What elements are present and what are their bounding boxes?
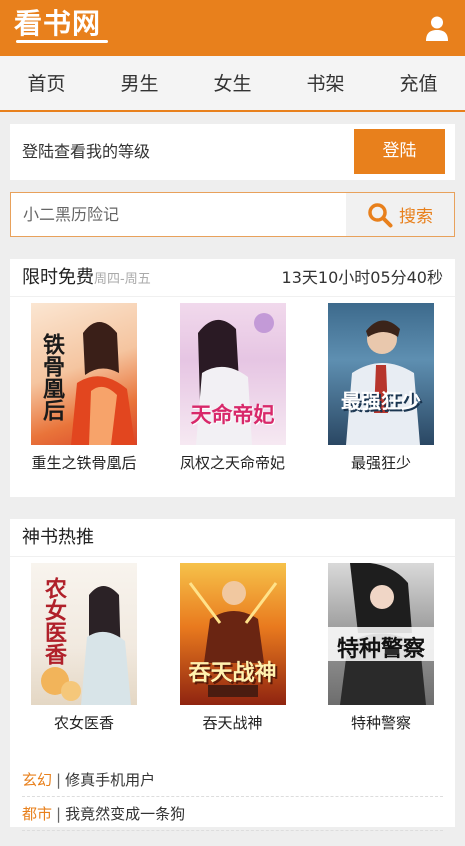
book-title[interactable]: 凤权之天命帝妃 (179, 453, 287, 473)
main-nav: 首页 男生 女生 书架 充值 (0, 56, 465, 112)
book-title[interactable]: 特种警察 (327, 713, 435, 733)
book-card[interactable]: 农女医香 农女医香 (30, 563, 138, 733)
book-cover[interactable]: 特种警察 (328, 563, 434, 705)
cover-art (346, 320, 420, 445)
login-button[interactable]: 登陆 (354, 129, 445, 174)
book-title[interactable]: 最强狂少 (327, 453, 435, 473)
top-bar: 看书网 (0, 0, 465, 56)
book-card[interactable]: 吞天战神 吞天战神 (179, 563, 287, 733)
search-button[interactable]: 搜索 (346, 193, 454, 236)
login-panel: 登陆查看我的等级 登陆 (10, 124, 455, 180)
hot-book-row: 农女医香 农女医香 吞天战神 吞天战神 特种警察 特种警察 (10, 557, 455, 733)
book-card[interactable]: 最强狂少 最强狂少 (327, 303, 435, 473)
list-item-separator: | (56, 771, 62, 789)
book-cover-text: 最强狂少 (341, 389, 421, 413)
list-item[interactable]: 玄幻 | 修真手机用户 (22, 763, 443, 797)
book-card[interactable]: 天命帝妃 凤权之天命帝妃 (179, 303, 287, 473)
book-cover[interactable]: 铁骨凰后 (31, 303, 137, 445)
user-icon[interactable] (425, 15, 449, 41)
free-title-text: 限时免费 (22, 267, 94, 288)
search-bar: 搜索 (10, 192, 455, 237)
site-logo[interactable]: 看书网 (14, 9, 101, 39)
nav-female[interactable]: 女生 (186, 56, 279, 110)
book-cover[interactable]: 吞天战神 (179, 563, 286, 705)
search-icon (368, 202, 393, 227)
nav-recharge[interactable]: 充值 (372, 56, 465, 110)
hot-section: 神书热推 农女医香 农女医香 吞天战神 吞天战神 特种警察 特种警察 玄幻 | … (10, 519, 455, 831)
book-cover-text: 特种警察 (336, 637, 425, 662)
free-section-subtitle: 周四-周五 (94, 272, 151, 287)
free-book-row: 铁骨凰后 重生之铁骨凰后 天命帝妃 凤权之天命帝妃 最强狂少 最强狂少 (10, 297, 455, 473)
nav-bookshelf[interactable]: 书架 (279, 56, 372, 110)
free-section-header: 限时免费周四-周五 13天10小时05分40秒 (10, 259, 455, 297)
free-section-title: 限时免费周四-周五 (22, 259, 151, 299)
book-cover-text: 农女医香 (41, 577, 66, 665)
book-cover-text: 天命帝妃 (190, 403, 275, 427)
hot-book-list: 玄幻 | 修真手机用户 都市 | 我竟然变成一条狗 (10, 763, 455, 831)
nav-home[interactable]: 首页 (0, 56, 93, 110)
logo-underline (16, 40, 108, 43)
book-title[interactable]: 农女医香 (30, 713, 138, 733)
hot-section-header: 神书热推 (10, 519, 455, 557)
free-section: 限时免费周四-周五 13天10小时05分40秒 铁骨凰后 重生之铁骨凰后 天命帝… (10, 259, 455, 497)
list-item-category[interactable]: 都市 (22, 805, 52, 823)
book-cover-text: 吞天战神 (188, 661, 277, 686)
search-input[interactable] (11, 193, 345, 236)
book-cover-text: 铁骨凰后 (39, 333, 64, 421)
list-item-title[interactable]: 修真手机用户 (65, 771, 155, 789)
book-title[interactable]: 吞天战神 (179, 713, 287, 733)
book-card[interactable]: 铁骨凰后 重生之铁骨凰后 (30, 303, 138, 473)
nav-male[interactable]: 男生 (93, 56, 186, 110)
list-item-separator: | (56, 805, 62, 823)
list-item-category[interactable]: 玄幻 (22, 771, 52, 789)
login-prompt: 登陆查看我的等级 (22, 142, 151, 161)
book-cover[interactable]: 最强狂少 (328, 303, 434, 445)
book-card[interactable]: 特种警察 特种警察 (327, 563, 435, 733)
book-cover[interactable]: 天命帝妃 (179, 303, 286, 445)
search-button-label: 搜索 (399, 207, 433, 227)
list-item-title[interactable]: 我竟然变成一条狗 (65, 805, 185, 823)
book-cover[interactable]: 农女医香 (31, 563, 137, 705)
hot-section-title: 神书热推 (22, 527, 94, 548)
book-title[interactable]: 重生之铁骨凰后 (30, 453, 138, 473)
list-item[interactable]: 都市 | 我竟然变成一条狗 (22, 797, 443, 831)
countdown-timer: 13天10小时05分40秒 (281, 268, 443, 287)
